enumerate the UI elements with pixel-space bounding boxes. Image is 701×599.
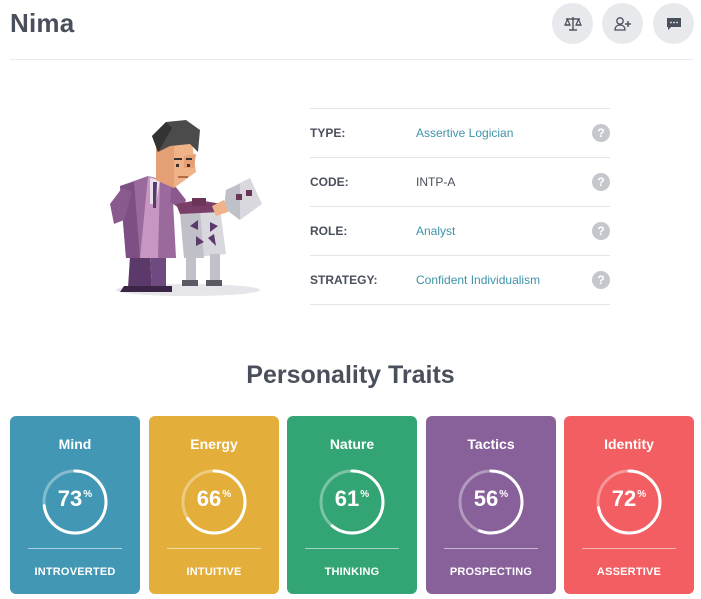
trait-card-energy[interactable]: Energy 66% INTUITIVE: [149, 416, 279, 594]
help-icon[interactable]: ?: [592, 173, 610, 191]
trait-card-identity[interactable]: Identity 72% ASSERTIVE: [564, 416, 694, 594]
role-link[interactable]: Analyst: [416, 224, 455, 238]
trait-name: Tactics: [467, 436, 515, 452]
profile-name: Nima: [10, 8, 75, 38]
card-divider: [444, 548, 538, 549]
info-key-strategy: STRATEGY:: [310, 273, 378, 287]
info-key-role: ROLE:: [310, 224, 348, 238]
card-divider: [305, 548, 399, 549]
trait-percent-value: 66: [196, 486, 222, 511]
percent-sign: %: [499, 489, 509, 500]
trait-card-tactics[interactable]: Tactics 56% PROSPECTING: [426, 416, 556, 594]
percent-sign: %: [83, 489, 93, 500]
info-row-strategy: STRATEGY: Confident Individualism ?: [310, 256, 610, 305]
code-value: INTP-A: [416, 175, 456, 189]
help-icon[interactable]: ?: [592, 271, 610, 289]
type-info-table: TYPE: Assertive Logician ? CODE: INTP-A …: [310, 108, 610, 305]
header-divider: [10, 59, 693, 60]
add-friend-icon: [613, 16, 631, 31]
percent-sign: %: [222, 489, 232, 500]
info-row-role: ROLE: Analyst ?: [310, 207, 610, 256]
trait-percent: 72%: [564, 486, 694, 512]
card-divider: [582, 548, 676, 549]
trait-percent-value: 56: [473, 486, 499, 511]
trait-label: PROSPECTING: [449, 566, 533, 578]
trait-card-mind[interactable]: Mind 73% INTROVERTED: [10, 416, 140, 594]
trait-label: THINKING: [324, 566, 380, 578]
trait-percent-value: 61: [334, 486, 360, 511]
info-key-type: TYPE:: [310, 126, 346, 140]
profile-header: Nima: [0, 0, 701, 60]
trait-cards: Mind 73% INTROVERTED Energy 66% INTUITIV…: [10, 416, 694, 594]
trait-name: Energy: [190, 436, 238, 452]
section-title: Personality Traits: [246, 361, 455, 389]
help-icon[interactable]: ?: [592, 222, 610, 240]
trait-label: INTROVERTED: [34, 566, 116, 578]
trait-percent: 61%: [287, 486, 417, 512]
trait-percent-value: 73: [57, 486, 83, 511]
card-divider: [28, 548, 122, 549]
trait-name: Identity: [604, 436, 654, 452]
strategy-link[interactable]: Confident Individualism: [416, 273, 540, 287]
trait-name: Nature: [329, 436, 375, 452]
percent-sign: %: [637, 489, 647, 500]
trait-percent: 66%: [149, 486, 279, 512]
message-button[interactable]: [653, 3, 694, 44]
compare-button[interactable]: [552, 3, 593, 44]
info-row-type: TYPE: Assertive Logician ?: [310, 109, 610, 158]
add-friend-button[interactable]: [602, 3, 643, 44]
type-link[interactable]: Assertive Logician: [416, 126, 513, 140]
trait-percent: 73%: [10, 486, 140, 512]
info-row-code: CODE: INTP-A ?: [310, 158, 610, 207]
trait-card-nature[interactable]: Nature 61% THINKING: [287, 416, 417, 594]
percent-sign: %: [360, 489, 370, 500]
card-divider: [167, 548, 261, 549]
trait-percent: 56%: [426, 486, 556, 512]
trait-percent-value: 72: [611, 486, 637, 511]
compare-scale-icon: [563, 16, 582, 31]
trait-label: ASSERTIVE: [596, 566, 662, 578]
trait-name: Mind: [58, 436, 92, 452]
info-key-code: CODE:: [310, 175, 349, 189]
trait-label: INTUITIVE: [186, 566, 242, 578]
help-icon[interactable]: ?: [592, 124, 610, 142]
logician-avatar-illustration: [110, 120, 262, 296]
message-icon: [666, 17, 681, 30]
